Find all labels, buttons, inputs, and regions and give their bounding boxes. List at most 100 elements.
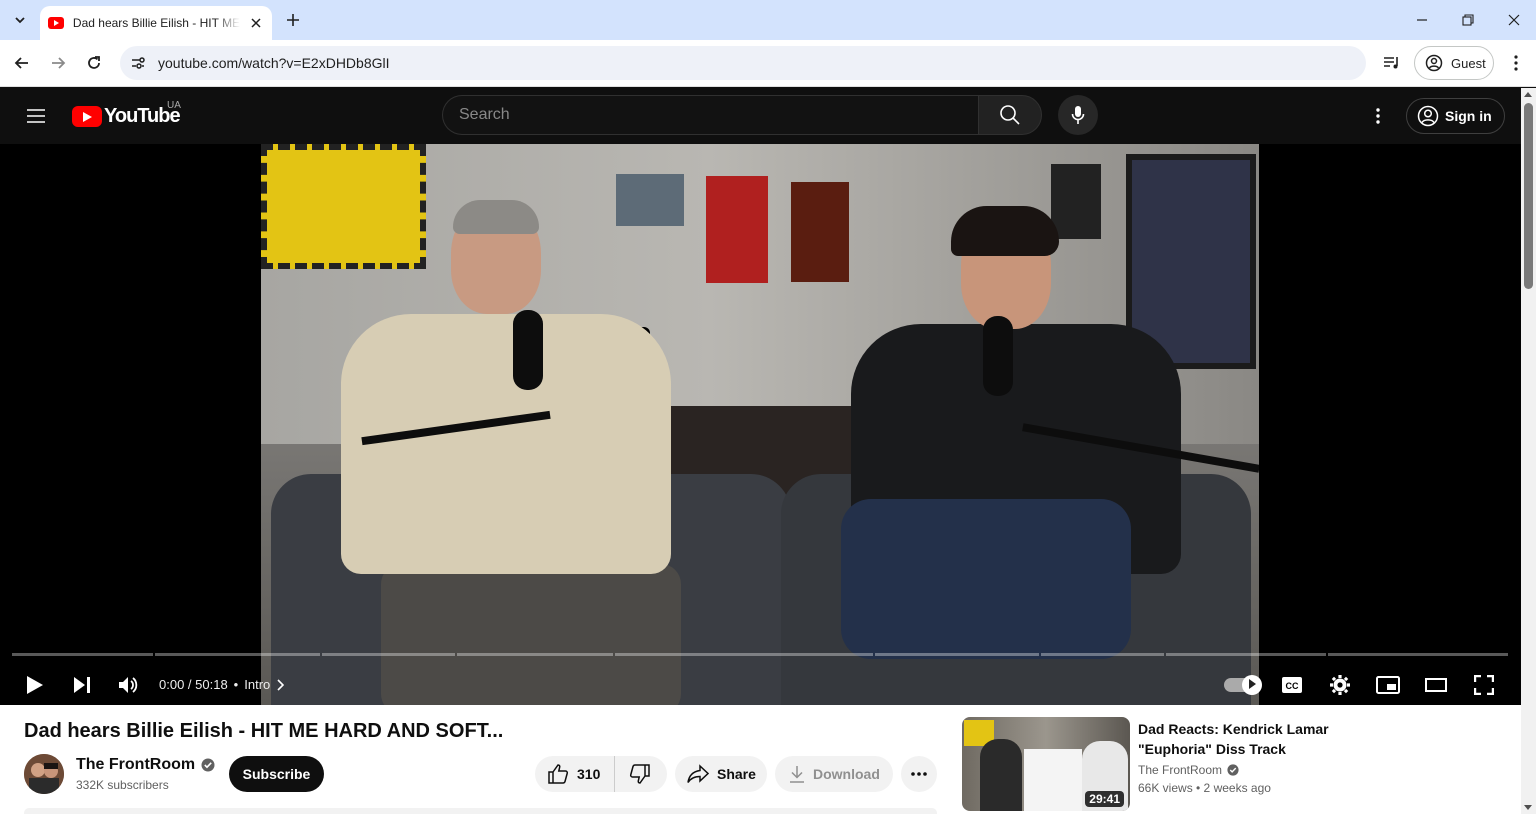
thumbnail-image [980, 739, 1022, 811]
recommended-channel[interactable]: The FrontRoom [1138, 763, 1222, 777]
youtube-play-icon [72, 105, 102, 127]
search-input[interactable]: Search [442, 95, 978, 135]
youtube-logo[interactable]: YouTube UA [72, 100, 181, 127]
url-text[interactable]: youtube.com/watch?v=E2xDHDb8GlI [158, 55, 390, 71]
scroll-up-arrow-icon[interactable] [1524, 92, 1532, 97]
queue-music-icon [1384, 57, 1398, 69]
subscribe-button[interactable]: Subscribe [229, 756, 324, 792]
chrome-menu-button[interactable] [1504, 51, 1528, 75]
chapter-title-button[interactable]: Intro [244, 677, 270, 692]
browser-toolbar: youtube.com/watch?v=E2xDHDb8GlI Guest [0, 40, 1536, 87]
browser-tab-strip: Dad hears Billie Eilish - HIT ME HARD AN… [0, 0, 1536, 40]
chapter-segment[interactable] [875, 653, 1039, 656]
minimize-button[interactable] [1410, 8, 1434, 32]
mute-button[interactable] [111, 669, 147, 701]
more-actions-button[interactable] [901, 756, 937, 792]
volume-icon [119, 677, 138, 693]
chapter-segment[interactable] [1041, 653, 1164, 656]
masthead: YouTube UA Search Sign in [0, 88, 1521, 144]
sign-in-label: Sign in [1445, 108, 1492, 124]
like-count: 310 [577, 766, 601, 782]
recommended-video[interactable]: 29:41 Dad Reacts: Kendrick Lamar "Euphor… [962, 717, 1502, 811]
minimize-icon [1417, 19, 1427, 21]
new-tab-button[interactable] [283, 10, 303, 30]
search-bar: Search [442, 95, 1042, 135]
page-scrollbar[interactable] [1521, 88, 1536, 814]
chapter-segment[interactable] [12, 653, 153, 656]
search-button[interactable] [978, 95, 1042, 135]
download-button[interactable]: Download [775, 756, 893, 792]
reload-button[interactable] [82, 51, 106, 75]
svg-text:CC: CC [1286, 681, 1299, 691]
chapter-segment[interactable] [1328, 653, 1508, 656]
dislike-button[interactable] [615, 763, 665, 785]
profile-label: Guest [1451, 55, 1486, 71]
settings-button[interactable] [1322, 669, 1358, 701]
close-window-button[interactable] [1502, 8, 1526, 32]
miniplayer-icon [1376, 676, 1400, 694]
settings-menu-button[interactable] [1366, 104, 1390, 128]
progress-bar[interactable] [12, 653, 1509, 656]
sign-in-button[interactable]: Sign in [1406, 98, 1505, 134]
verified-badge-icon [201, 758, 215, 772]
scrollbar-thumb[interactable] [1524, 103, 1533, 289]
share-icon [687, 764, 709, 783]
theater-mode-icon [1425, 678, 1447, 692]
play-button[interactable] [17, 669, 53, 701]
video-duration: 29:41 [1085, 791, 1124, 807]
watch-metadata: Dad hears Billie Eilish - HIT ME HARD AN… [0, 705, 1521, 814]
play-icon [27, 676, 43, 694]
address-bar[interactable]: youtube.com/watch?v=E2xDHDb8GlI [120, 46, 1366, 80]
verified-badge-icon [1227, 764, 1239, 776]
video-player[interactable]: 0:00 / 50:18 • Intro CC [0, 144, 1521, 705]
back-button[interactable] [10, 51, 34, 75]
active-tab[interactable]: Dad hears Billie Eilish - HIT ME HARD AN… [40, 6, 272, 40]
subtitles-button[interactable]: CC [1274, 669, 1310, 701]
restore-button[interactable] [1456, 8, 1480, 32]
chapter-segment[interactable] [322, 653, 455, 656]
autoplay-icon [1249, 679, 1256, 689]
thumbs-up-icon [548, 764, 569, 784]
subscriber-count: 332K subscribers [76, 778, 169, 792]
channel-name-row: The FrontRoom [76, 756, 215, 774]
channel-name-link[interactable]: The FrontRoom [76, 756, 195, 774]
video-frame[interactable] [261, 144, 1259, 705]
arrow-left-icon [14, 57, 28, 69]
forward-button[interactable] [46, 51, 70, 75]
fullscreen-button[interactable] [1466, 669, 1502, 701]
like-button[interactable]: 310 [535, 756, 615, 792]
autoplay-toggle[interactable] [1224, 675, 1262, 695]
media-controls-button[interactable] [1380, 51, 1404, 75]
chapter-segment[interactable] [615, 653, 873, 656]
hamburger-menu-icon [27, 109, 45, 123]
chapter-segment[interactable] [457, 653, 613, 656]
guide-menu-button[interactable] [24, 104, 48, 128]
video-thumbnail[interactable]: 29:41 [962, 717, 1130, 811]
tune-icon [132, 57, 145, 69]
more-horiz-icon [911, 772, 927, 776]
scroll-down-arrow-icon[interactable] [1524, 805, 1532, 810]
tab-title: Dad hears Billie Eilish - HIT ME HARD AN… [72, 16, 241, 30]
description-box[interactable] [24, 808, 937, 814]
tab-search-button[interactable] [8, 8, 32, 32]
voice-search-button[interactable] [1058, 95, 1098, 135]
site-info-button[interactable] [126, 51, 150, 75]
channel-avatar[interactable] [24, 754, 64, 794]
tab-close-button[interactable] [248, 15, 264, 31]
download-icon [790, 766, 804, 783]
more-vert-icon [1376, 108, 1380, 124]
next-button[interactable] [64, 669, 100, 701]
plus-icon [287, 14, 299, 26]
share-button[interactable]: Share [675, 756, 767, 792]
chevron-down-icon [15, 17, 25, 24]
chapter-segment[interactable] [1166, 653, 1326, 656]
account-circle-icon [1417, 105, 1439, 127]
profile-button[interactable]: Guest [1414, 46, 1494, 80]
theater-mode-button[interactable] [1418, 669, 1454, 701]
player-controls: 0:00 / 50:18 • Intro CC [0, 665, 1521, 705]
recommended-title[interactable]: Dad Reacts: Kendrick Lamar "Euphoria" Di… [1138, 719, 1358, 759]
miniplayer-button[interactable] [1370, 669, 1406, 701]
thumbnail-image [1024, 749, 1082, 811]
poster-image [791, 182, 849, 282]
chapter-segment[interactable] [155, 653, 320, 656]
